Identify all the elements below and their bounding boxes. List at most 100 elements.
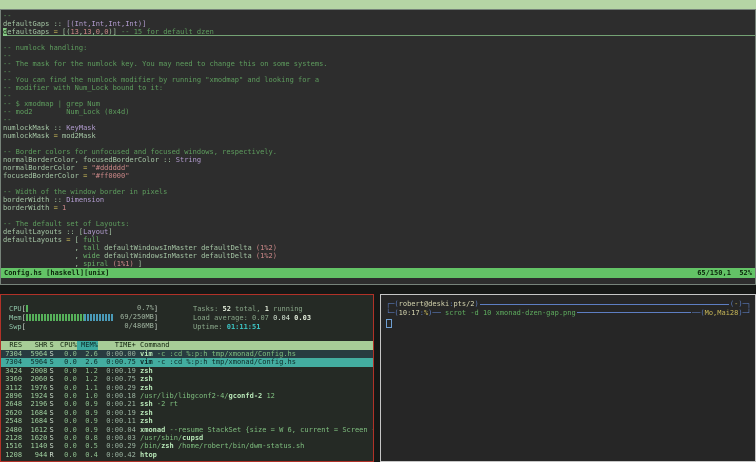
command-token: 12 xyxy=(262,391,275,400)
editor-line: -- numlock handling: xyxy=(3,44,755,52)
command-token: ssh xyxy=(140,400,153,409)
code-token: -- mod2 Num_Lock (0x4d) xyxy=(3,108,130,116)
terminal-title-line: ┌─(robert@deski: pts/2)(-)─┐ xyxy=(386,300,751,309)
code-token: efaultGaps xyxy=(7,28,54,36)
column-command[interactable]: Command xyxy=(136,341,170,350)
editor-line: defaultLayouts :: [Layout] xyxy=(3,228,755,236)
editor-line: numlockMask = mod2Mask xyxy=(3,132,755,140)
htop-stats: Tasks: 52 total, 1 running Load average:… xyxy=(193,305,311,332)
process-cell-res: 2620 xyxy=(5,408,23,417)
command-token: vim xyxy=(140,358,153,367)
editor-line: borderWidth = 1 xyxy=(3,204,755,212)
editor-line: -- modifier with Num_Lock bound to it: xyxy=(3,84,755,92)
editor-buffer[interactable]: -- defaultGaps :: [(Int,Int,Int,Int)] defa… xyxy=(1,10,755,268)
process-cell-cpu: 0.0 xyxy=(64,383,77,392)
process-cell-command: /usr/lib/libgconf2-4/gconfd-2 12 xyxy=(136,392,275,400)
editor-line: -- xyxy=(3,116,755,124)
process-row[interactable]: 2620 1684 S 0.0 0.9 0:00.19 zsh xyxy=(1,409,373,417)
swap-meter-track: 0/486MB xyxy=(26,323,154,330)
process-cell-time: 0:00.19 xyxy=(106,408,136,417)
process-cell-shr: 5964 xyxy=(30,358,48,367)
tasks-total: 52 xyxy=(222,305,231,313)
command-token: zsh xyxy=(161,442,174,451)
process-row[interactable]: 7304 5964 S 0.0 2.6 0:00.00 vim -c :cd %:p:h t… xyxy=(1,350,373,359)
terminal-cursor xyxy=(386,319,392,328)
process-cell-cpu: 0.0 xyxy=(64,350,77,358)
process-cell-mem: 0.4 xyxy=(85,450,98,459)
process-cell-command: vim -c :cd %:p:h tmp/xmonad/Config.hs xyxy=(136,358,296,366)
code-token: (1%1) xyxy=(112,260,134,268)
code-token: [(Int,Int,Int,Int)] xyxy=(66,20,147,28)
editor-line: focusedBorderColor = "#ff0000" xyxy=(3,172,755,180)
bracket: ] xyxy=(153,314,159,322)
code-token: )] xyxy=(108,28,122,36)
process-row[interactable]: 3424 2008 S 0.0 1.2 0:00.19 zsh xyxy=(1,367,373,375)
uptime-line: Uptime: 01:11:51 xyxy=(193,323,311,332)
process-cell-time: 0:00.03 xyxy=(106,433,136,442)
process-row[interactable]: 2548 1684 S 0.0 0.9 0:00.11 zsh xyxy=(1,417,373,425)
column-state[interactable]: S xyxy=(47,341,55,350)
process-row[interactable]: 1208 944 R 0.0 0.4 0:00.42 htop xyxy=(1,451,373,459)
code-token: -- xyxy=(3,68,12,76)
process-table: RES SHR S CPU% MEM% TIME+ Command 7304 5964 S 0.0… xyxy=(1,341,373,459)
process-row[interactable]: 1516 1140 S 0.0 0.5 0:00.29/bin/zsh /home/rob… xyxy=(1,442,373,450)
column-res[interactable]: RES xyxy=(1,341,22,350)
process-row[interactable]: 3112 1976 S 0.0 1.1 0:00.29 zsh xyxy=(1,384,373,392)
process-cell-res: 1516 xyxy=(5,442,23,451)
prompt-date-tag: Mo,Mai28 xyxy=(704,308,739,317)
process-row[interactable]: 3360 2060 S 0.0 1.2 0:00.75 zsh xyxy=(1,375,373,383)
terminal-command-line[interactable]: └─(10:17:%)── scrot -d 10 xmonad-dzen-ga… xyxy=(386,309,751,318)
code-token: wide xyxy=(83,252,100,260)
column-time[interactable]: TIME+ xyxy=(98,341,136,350)
code-token: defaultWindowsInMaster defaultDelta xyxy=(99,252,256,260)
prompt-frame: )─┐ xyxy=(738,300,751,308)
process-cell-cpu: 0.0 xyxy=(64,400,77,409)
code-token: Dimension xyxy=(66,196,105,204)
process-row[interactable]: 7304 5964 S 0.0 2.6 0:00.75 vim -c :cd %:p:h t… xyxy=(1,358,373,367)
process-cell-time: 0:00.11 xyxy=(106,417,136,426)
editor-line: -- xyxy=(3,12,755,20)
process-cell-res: 2548 xyxy=(5,417,23,426)
process-row[interactable]: 2480 1612 S 0.0 0.9 0:00.04 xmonad --resume St… xyxy=(1,426,373,434)
command-token: /usr/sbin/ xyxy=(140,433,183,442)
load-5min: 0.04 xyxy=(273,314,290,322)
code-token: -- xyxy=(3,92,12,100)
process-cell-mem: 1.2 xyxy=(85,366,98,375)
mem-meter-bar-cache xyxy=(83,314,114,321)
process-cell-res: 2896 xyxy=(5,391,23,400)
code-token: -- The mask for the numlock key. You may… xyxy=(3,60,328,68)
process-cell-cpu: 0.0 xyxy=(64,442,77,451)
process-cell-s: S xyxy=(49,350,54,358)
column-shr[interactable]: SHR xyxy=(22,341,48,350)
column-mem-sorted[interactable]: MEM% xyxy=(76,341,98,350)
code-token: [( xyxy=(57,28,71,36)
command-token: /home/robert/bin/dwm-status.sh xyxy=(173,442,305,451)
process-row[interactable]: 2896 1924 S 0.0 1.0 0:00.18/usr/lib/libgconf2… xyxy=(1,392,373,400)
process-cell-shr: 5964 xyxy=(30,350,48,358)
code-token: -- xyxy=(3,52,12,60)
process-row[interactable]: 2128 1620 S 0.0 0.8 0:00.03/usr/sbin/cupsd xyxy=(1,434,373,442)
editor-window[interactable]: -- defaultGaps :: [(Int,Int,Int,Int)] defa… xyxy=(0,9,756,285)
process-row[interactable]: 2648 2196 S 0.0 0.9 0:00.21 ssh -2 rt xyxy=(1,400,373,408)
terminal-window[interactable]: ┌─(robert@deski: pts/2)(-)─┐ └─(10:17:%)─… xyxy=(380,294,756,462)
code-token: Layout xyxy=(83,228,109,236)
code-token: -- Border colors for unfocused and focus… xyxy=(3,148,277,156)
htop-window[interactable]: CPU[0.7%] Mem[69/250MB] Swp[0/486MB] Tas… xyxy=(0,294,374,462)
process-cell-s: S xyxy=(49,425,54,434)
code-token: -- xyxy=(3,12,12,20)
process-cell-time: 0:00.29 xyxy=(106,383,136,392)
editor-line: -- mod2 Num_Lock (0x4d) xyxy=(3,108,755,116)
code-token: -- $ xmodmap | grep Num xyxy=(3,100,100,108)
process-cell-shr: 1924 xyxy=(30,391,48,400)
swap-meter-value: 0/486MB xyxy=(124,322,154,330)
prompt-frame: ──( xyxy=(691,308,705,317)
process-cell-res: 7304 xyxy=(5,358,23,367)
column-cpu[interactable]: CPU% xyxy=(56,341,77,350)
prompt-time: 10:17 xyxy=(398,308,420,317)
process-table-header[interactable]: RES SHR S CPU% MEM% TIME+ Command xyxy=(1,341,373,350)
load-1min: 0.07 xyxy=(252,314,269,322)
prompt-tty: pts/2 xyxy=(453,300,475,308)
editor-line: -- The mask for the numlock key. You may… xyxy=(3,60,755,68)
